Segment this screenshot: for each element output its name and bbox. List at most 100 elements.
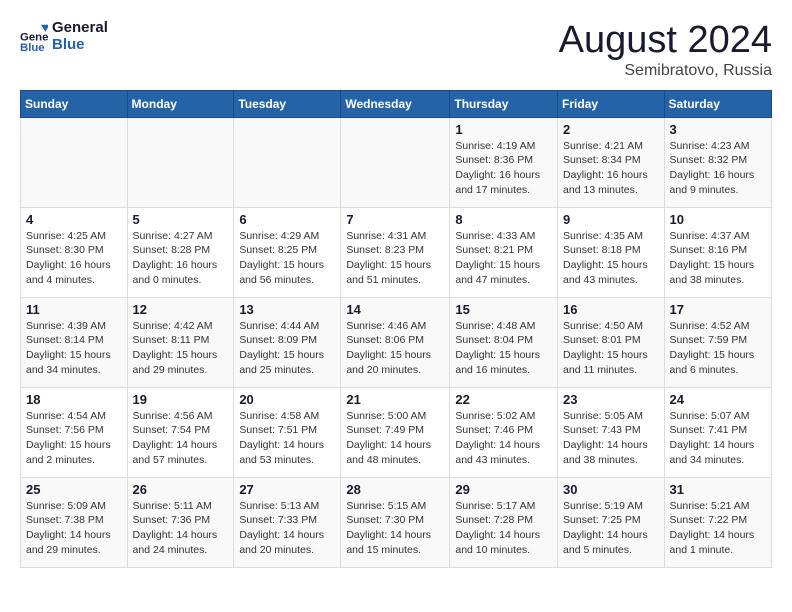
day-number: 24 [670,392,766,407]
calendar-week-3: 11Sunrise: 4:39 AM Sunset: 8:14 PM Dayli… [21,297,772,387]
calendar-cell [341,117,450,207]
calendar-cell: 17Sunrise: 4:52 AM Sunset: 7:59 PM Dayli… [664,297,771,387]
logo-line2: Blue [52,37,108,54]
header-row: Sunday Monday Tuesday Wednesday Thursday… [21,90,772,117]
calendar-cell [234,117,341,207]
calendar-header: Sunday Monday Tuesday Wednesday Thursday… [21,90,772,117]
calendar-cell: 19 Sunrise: 4:56 AM Sunset: 7:54 PM Dayli… [127,387,234,477]
calendar-subtitle: Semibratovo, Russia [559,62,772,80]
day-number: 16 [563,302,659,317]
calendar-cell: 10 Sunrise: 4:37 AM Sunset: 8:16 PM Dayli… [664,207,771,297]
day-info: Sunrise: 4:50 AM Sunset: 8:01 PM Dayligh… [563,319,659,378]
calendar-cell: 1 Sunrise: 4:19 AM Sunset: 8:36 PM Daylig… [450,117,558,207]
day-number: 17 [670,302,766,317]
calendar-cell: 28 Sunrise: 5:15 AM Sunset: 7:30 PM Dayli… [341,477,450,567]
day-info: Sunrise: 4:25 AM Sunset: 8:30 PM Dayligh… [26,229,122,288]
day-number: 6 [239,212,335,227]
calendar-cell: 30 Sunrise: 5:19 AM Sunset: 7:25 PM Dayli… [558,477,665,567]
logo-icon: General Blue [20,23,48,51]
day-info: Sunrise: 5:17 AM Sunset: 7:28 PM Dayligh… [455,499,552,558]
day-number: 20 [239,392,335,407]
day-info: Sunrise: 5:02 AM Sunset: 7:46 PM Dayligh… [455,409,552,468]
calendar-cell: 29 Sunrise: 5:17 AM Sunset: 7:28 PM Dayli… [450,477,558,567]
day-info: Sunrise: 4:37 AM Sunset: 8:16 PM Dayligh… [670,229,766,288]
day-number: 21 [346,392,444,407]
header-sunday: Sunday [21,90,128,117]
calendar-cell: 20 Sunrise: 4:58 AM Sunset: 7:51 PM Dayli… [234,387,341,477]
day-info: Sunrise: 4:44 AM Sunset: 8:09 PM Dayligh… [239,319,335,378]
day-number: 1 [455,122,552,137]
calendar-cell: 3Sunrise: 4:23 AM Sunset: 8:32 PM Daylig… [664,117,771,207]
calendar-title: August 2024 [559,20,772,62]
day-number: 15 [455,302,552,317]
calendar-week-2: 4 Sunrise: 4:25 AM Sunset: 8:30 PM Daylig… [21,207,772,297]
day-info: Sunrise: 5:21 AM Sunset: 7:22 PM Dayligh… [670,499,766,558]
day-number: 9 [563,212,659,227]
day-number: 23 [563,392,659,407]
calendar-cell: 5 Sunrise: 4:27 AM Sunset: 8:28 PM Daylig… [127,207,234,297]
day-info: Sunrise: 4:46 AM Sunset: 8:06 PM Dayligh… [346,319,444,378]
day-number: 2 [563,122,659,137]
day-info: Sunrise: 4:39 AM Sunset: 8:14 PM Dayligh… [26,319,122,378]
day-info: Sunrise: 5:19 AM Sunset: 7:25 PM Dayligh… [563,499,659,558]
header-friday: Friday [558,90,665,117]
calendar-cell [127,117,234,207]
logo-line1: General [52,20,108,37]
day-number: 25 [26,482,122,497]
calendar-cell [21,117,128,207]
calendar-week-5: 25 Sunrise: 5:09 AM Sunset: 7:38 PM Dayli… [21,477,772,567]
day-info: Sunrise: 4:19 AM Sunset: 8:36 PM Dayligh… [455,139,552,198]
calendar-cell: 2 Sunrise: 4:21 AM Sunset: 8:34 PM Daylig… [558,117,665,207]
day-info: Sunrise: 4:21 AM Sunset: 8:34 PM Dayligh… [563,139,659,198]
day-number: 22 [455,392,552,407]
day-number: 8 [455,212,552,227]
calendar-cell: 21 Sunrise: 5:00 AM Sunset: 7:49 PM Dayli… [341,387,450,477]
header-monday: Monday [127,90,234,117]
calendar-table: Sunday Monday Tuesday Wednesday Thursday… [20,90,772,568]
day-info: Sunrise: 5:15 AM Sunset: 7:30 PM Dayligh… [346,499,444,558]
calendar-cell: 27Sunrise: 5:13 AM Sunset: 7:33 PM Dayli… [234,477,341,567]
day-info: Sunrise: 4:56 AM Sunset: 7:54 PM Dayligh… [133,409,229,468]
calendar-cell: 6Sunrise: 4:29 AM Sunset: 8:25 PM Daylig… [234,207,341,297]
day-info: Sunrise: 4:42 AM Sunset: 8:11 PM Dayligh… [133,319,229,378]
day-info: Sunrise: 4:54 AM Sunset: 7:56 PM Dayligh… [26,409,122,468]
day-number: 19 [133,392,229,407]
day-number: 31 [670,482,766,497]
calendar-cell: 26Sunrise: 5:11 AM Sunset: 7:36 PM Dayli… [127,477,234,567]
calendar-week-1: 1 Sunrise: 4:19 AM Sunset: 8:36 PM Daylig… [21,117,772,207]
calendar-cell: 11Sunrise: 4:39 AM Sunset: 8:14 PM Dayli… [21,297,128,387]
day-info: Sunrise: 4:58 AM Sunset: 7:51 PM Dayligh… [239,409,335,468]
title-block: August 2024 Semibratovo, Russia [559,20,772,80]
day-info: Sunrise: 4:27 AM Sunset: 8:28 PM Dayligh… [133,229,229,288]
calendar-cell: 14Sunrise: 4:46 AM Sunset: 8:06 PM Dayli… [341,297,450,387]
day-info: Sunrise: 5:05 AM Sunset: 7:43 PM Dayligh… [563,409,659,468]
day-info: Sunrise: 4:35 AM Sunset: 8:18 PM Dayligh… [563,229,659,288]
day-info: Sunrise: 5:09 AM Sunset: 7:38 PM Dayligh… [26,499,122,558]
day-number: 5 [133,212,229,227]
day-number: 30 [563,482,659,497]
logo: General Blue General Blue [20,20,108,53]
calendar-cell: 4 Sunrise: 4:25 AM Sunset: 8:30 PM Daylig… [21,207,128,297]
calendar-cell: 22 Sunrise: 5:02 AM Sunset: 7:46 PM Dayli… [450,387,558,477]
day-number: 4 [26,212,122,227]
calendar-cell: 9 Sunrise: 4:35 AM Sunset: 8:18 PM Daylig… [558,207,665,297]
calendar-cell: 13Sunrise: 4:44 AM Sunset: 8:09 PM Dayli… [234,297,341,387]
day-number: 10 [670,212,766,227]
svg-text:Blue: Blue [20,42,45,51]
page-header: General Blue General Blue August 2024 Se… [20,20,772,80]
day-number: 3 [670,122,766,137]
day-info: Sunrise: 5:07 AM Sunset: 7:41 PM Dayligh… [670,409,766,468]
calendar-cell: 12 Sunrise: 4:42 AM Sunset: 8:11 PM Dayli… [127,297,234,387]
calendar-cell: 16 Sunrise: 4:50 AM Sunset: 8:01 PM Dayli… [558,297,665,387]
day-number: 18 [26,392,122,407]
calendar-cell: 18 Sunrise: 4:54 AM Sunset: 7:56 PM Dayli… [21,387,128,477]
header-tuesday: Tuesday [234,90,341,117]
day-number: 12 [133,302,229,317]
day-number: 27 [239,482,335,497]
header-thursday: Thursday [450,90,558,117]
day-number: 29 [455,482,552,497]
day-number: 28 [346,482,444,497]
calendar-cell: 23 Sunrise: 5:05 AM Sunset: 7:43 PM Dayli… [558,387,665,477]
day-number: 7 [346,212,444,227]
day-info: Sunrise: 5:00 AM Sunset: 7:49 PM Dayligh… [346,409,444,468]
